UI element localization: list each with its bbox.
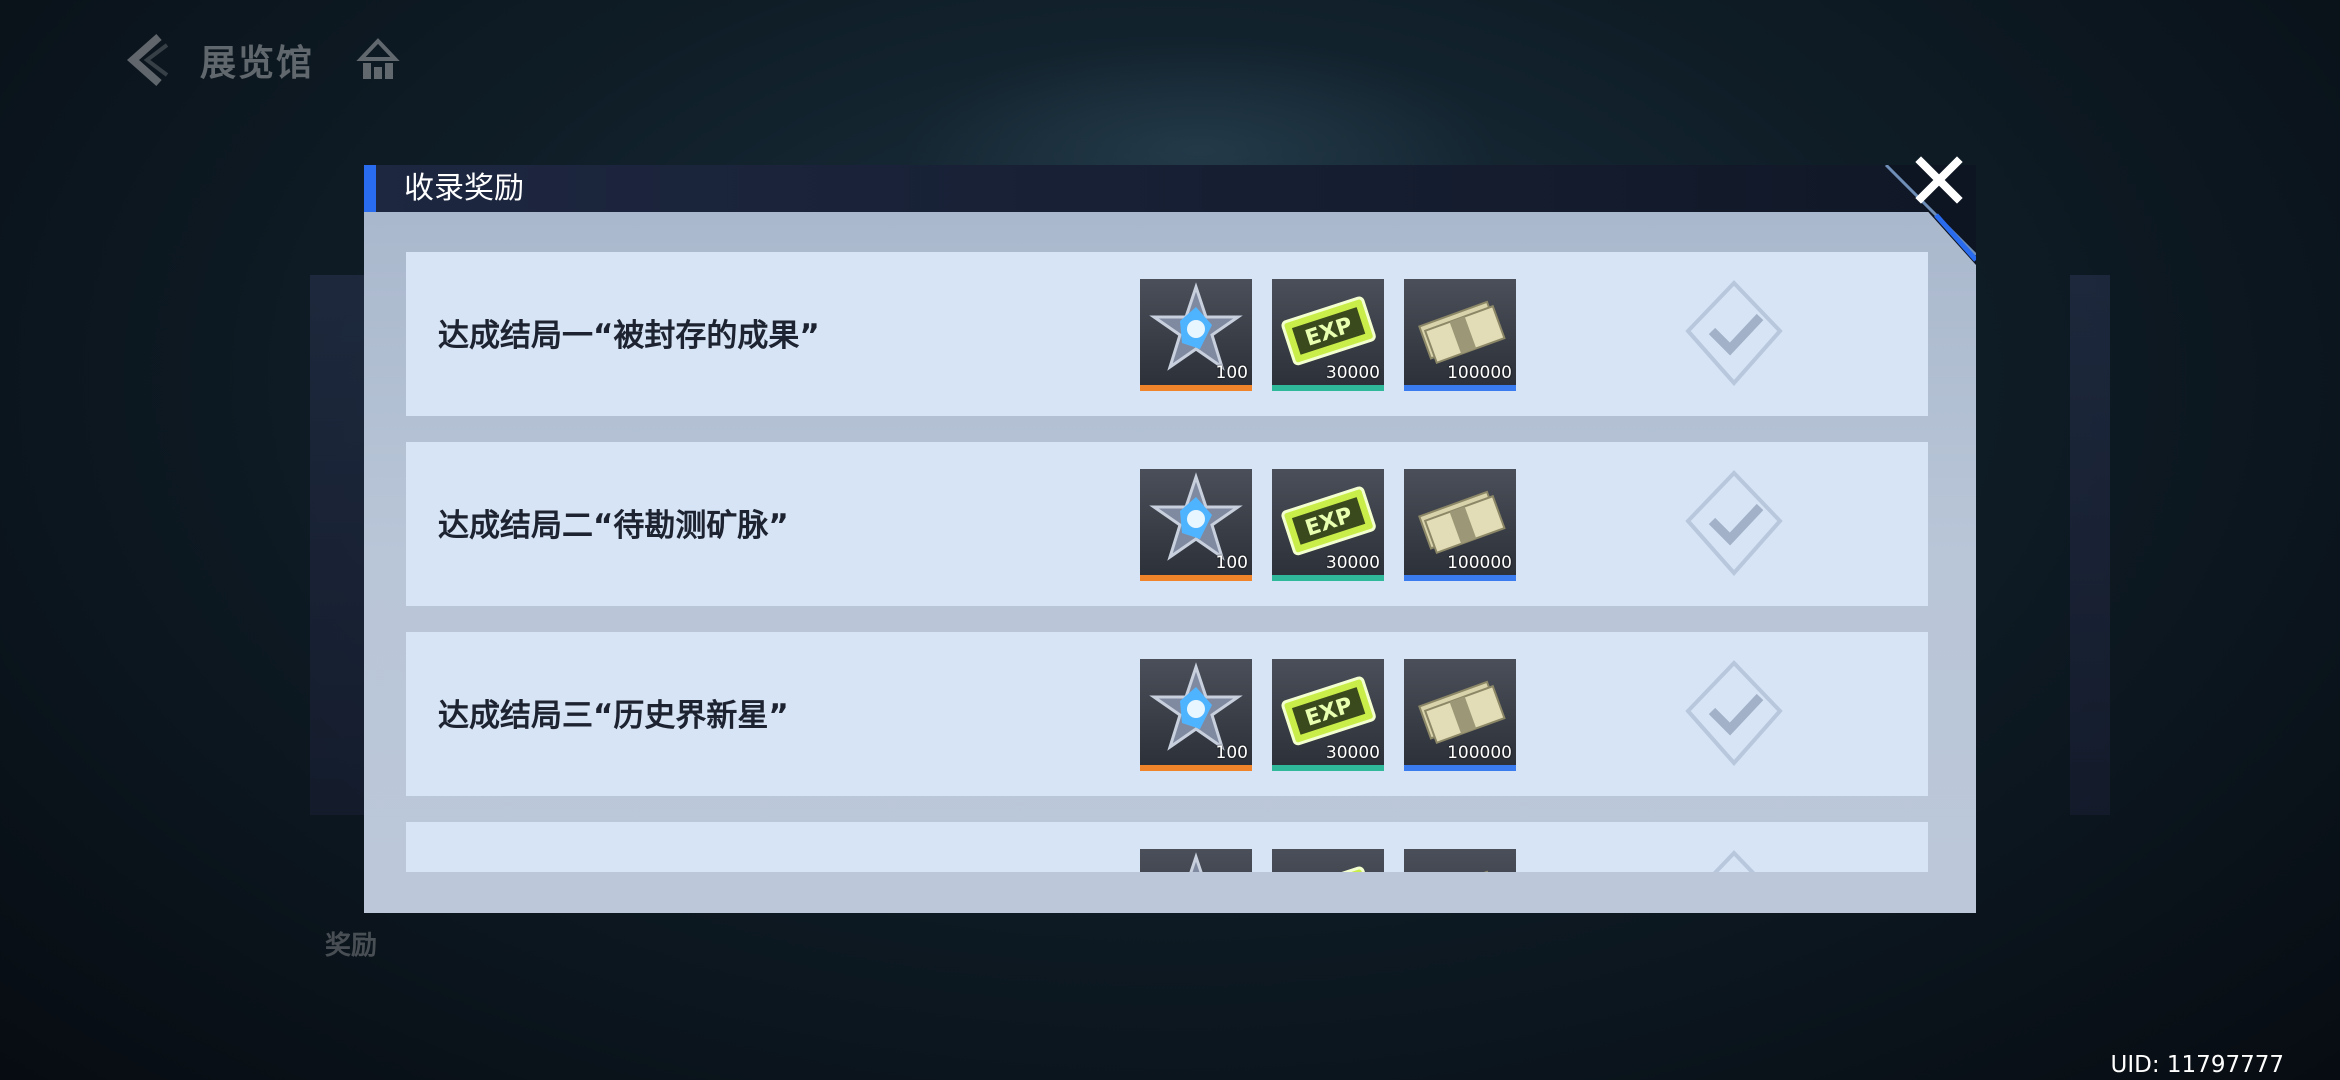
rarity-bar [1272,575,1384,581]
reward-item[interactable]: 100000 [1404,469,1516,581]
rarity-bar [1404,575,1516,581]
reward-items: EXP [1140,849,1536,872]
close-icon [1915,156,1963,204]
rarity-bar [1404,765,1516,771]
reward-list[interactable]: 达成结局一“被封存的成果” 100 EXP 30000 100000 达成结局二“待勘测矿… [406,252,1928,872]
claimed-check-icon [1684,469,1784,579]
claimed-check-icon [1684,659,1784,769]
uid-label: UID: 11797777 [2110,1052,2284,1078]
rarity-bar [1272,765,1384,771]
rarity-bar [1140,765,1252,771]
claimed-check-icon [1684,279,1784,389]
reward-item[interactable]: EXP 30000 [1272,279,1384,391]
top-nav: 展览馆 [118,30,406,90]
reward-quantity: 100000 [1447,743,1512,763]
back-button[interactable] [118,30,178,90]
reward-item[interactable]: EXP 30000 [1272,469,1384,581]
modal-header: 收录奖励 [364,165,1976,212]
reward-item[interactable]: 100000 [1404,659,1516,771]
reward-row-label: 达成结局三“历史界新星” [438,698,789,734]
reward-item[interactable] [1404,849,1516,872]
reward-items: 100 EXP 30000 100000 [1140,279,1536,391]
reward-items: 100 EXP 30000 100000 [1140,659,1536,771]
reward-row-label: 达成结局二“待勘测矿脉” [438,508,789,544]
close-button[interactable] [1912,153,1966,207]
reward-item[interactable]: 100 [1140,469,1252,581]
rarity-bar [1404,385,1516,391]
rarity-bar [1272,385,1384,391]
home-icon [356,38,400,79]
reward-row: 达成结局一“被封存的成果” 100 EXP 30000 100000 [406,252,1928,416]
reward-quantity: 100 [1215,363,1248,383]
reward-item[interactable]: EXP [1272,849,1384,872]
reward-quantity: 100 [1215,743,1248,763]
background-card-right [2070,275,2110,815]
reward-quantity: 30000 [1325,743,1380,763]
rarity-bar [1140,575,1252,581]
reward-item[interactable]: 100 [1140,659,1252,771]
reward-quantity: 30000 [1325,553,1380,573]
reward-items: 100 EXP 30000 100000 [1140,469,1536,581]
reward-item[interactable]: 100000 [1404,279,1516,391]
claimed-check-icon [1684,849,1784,872]
reward-row: 达成结局二“待勘测矿脉” 100 EXP 30000 100000 [406,442,1928,606]
reward-quantity: 30000 [1325,363,1380,383]
reward-row: EXP [406,822,1928,872]
reward-item[interactable]: EXP 30000 [1272,659,1384,771]
back-arrow-icon [126,34,169,86]
rarity-bar [1140,385,1252,391]
rewards-modal: 收录奖励 达成结局一“被封存的成果” 100 EXP 30000 100000 达成结局二… [364,156,1976,913]
modal-body: 达成结局一“被封存的成果” 100 EXP 30000 100000 达成结局二“待勘测矿… [364,212,1976,913]
reward-row: 达成结局三“历史界新星” 100 EXP 30000 100000 [406,632,1928,796]
reward-quantity: 100 [1215,553,1248,573]
reward-quantity: 100000 [1447,553,1512,573]
page-title: 展览馆 [200,43,315,84]
reward-item[interactable] [1140,849,1252,872]
header-accent-bar [364,165,376,212]
reward-item[interactable]: 100 [1140,279,1252,391]
reward-quantity: 100000 [1447,363,1512,383]
modal-title: 收录奖励 [404,171,524,206]
background-side-label: 奖励 [325,931,378,961]
reward-row-label: 达成结局一“被封存的成果” [438,318,820,354]
home-button[interactable] [350,32,406,88]
